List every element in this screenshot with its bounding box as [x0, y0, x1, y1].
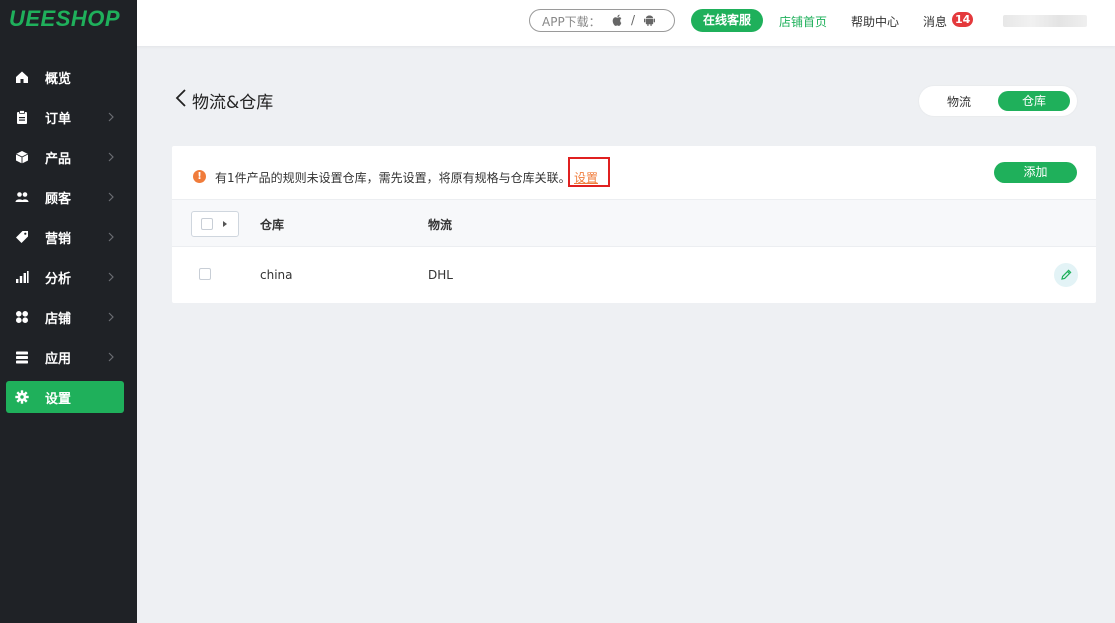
- tag-icon: [15, 230, 29, 244]
- edit-button[interactable]: [1054, 263, 1078, 287]
- warehouse-card: ! 有1件产品的规则未设置仓库，需先设置，将原有规格与仓库关联。 设置 添加 仓…: [172, 146, 1096, 303]
- sidebar-item-label: 概览: [45, 72, 72, 87]
- sidebar-item-label: 顾客: [45, 192, 72, 207]
- android-icon[interactable]: [644, 14, 655, 30]
- tab-warehouse[interactable]: 仓库: [998, 91, 1070, 111]
- sidebar-item-analytics[interactable]: 分析: [0, 257, 137, 297]
- chevron-right-icon: [108, 272, 114, 282]
- sidebar-item-label: 营销: [45, 232, 72, 247]
- sidebar-item-label: 订单: [45, 112, 72, 127]
- table-row: china DHL: [172, 247, 1096, 303]
- notice-text: 有1件产品的规则未设置仓库，需先设置，将原有规格与仓库关联。: [215, 171, 571, 185]
- column-header-logistics: 物流: [428, 218, 453, 232]
- app-download-pill[interactable]: APP下载： /: [529, 9, 675, 32]
- sidebar-item-label: 产品: [45, 152, 72, 167]
- apple-icon[interactable]: [612, 14, 623, 30]
- store-home-link[interactable]: 店铺首页: [779, 13, 827, 30]
- sidebar-nav: 概览 订单 产品 顾客 营销 分析 店铺 应用 设置: [0, 57, 137, 417]
- sidebar-item-products[interactable]: 产品: [0, 137, 137, 177]
- column-header-warehouse: 仓库: [260, 218, 285, 232]
- tab-logistics[interactable]: 物流: [947, 93, 971, 110]
- clipboard-icon: [15, 110, 29, 124]
- page-title: 物流&仓库: [192, 93, 274, 113]
- sidebar-item-overview[interactable]: 概览: [0, 57, 137, 97]
- bulk-select-dropdown[interactable]: [191, 211, 239, 237]
- add-button[interactable]: 添加: [994, 162, 1077, 183]
- back-chevron-icon[interactable]: [174, 88, 188, 108]
- select-all-checkbox[interactable]: [201, 218, 213, 230]
- row-checkbox[interactable]: [199, 268, 211, 280]
- sidebar-item-label: 店铺: [45, 312, 72, 327]
- chevron-right-icon: [108, 352, 114, 362]
- user-account[interactable]: [1003, 15, 1087, 27]
- chevron-right-icon: [108, 232, 114, 242]
- sidebar-item-store[interactable]: 店铺: [0, 297, 137, 337]
- grid-icon: [15, 310, 29, 324]
- brand-logo[interactable]: UEESHOP: [9, 6, 120, 32]
- sidebar-item-label: 分析: [45, 272, 72, 287]
- chevron-right-icon: [108, 112, 114, 122]
- cell-warehouse: china: [260, 268, 293, 282]
- gear-icon: [15, 390, 29, 404]
- chevron-right-icon: [108, 192, 114, 202]
- chevron-right-icon: [108, 152, 114, 162]
- home-icon: [15, 70, 29, 84]
- messages-link[interactable]: 消息: [923, 13, 947, 30]
- sidebar-item-marketing[interactable]: 营销: [0, 217, 137, 257]
- highlight-box: [568, 157, 610, 187]
- message-count-badge: 14: [952, 12, 974, 27]
- top-bar: APP下载： / 在线客服 店铺首页 帮助中心 消息 14: [137, 0, 1115, 46]
- app-separator: /: [631, 13, 636, 27]
- sidebar-item-apps[interactable]: 应用: [0, 337, 137, 377]
- bar-chart-icon: [15, 270, 29, 284]
- sidebar-item-settings[interactable]: 设置: [0, 377, 137, 417]
- help-center-link[interactable]: 帮助中心: [851, 13, 899, 30]
- app-download-label: APP下载：: [542, 15, 601, 29]
- stack-icon: [15, 350, 29, 364]
- cell-logistics: DHL: [428, 268, 453, 282]
- table-header: 仓库 物流: [172, 199, 1096, 247]
- online-service-button[interactable]: 在线客服: [691, 9, 763, 32]
- sidebar-item-customers[interactable]: 顾客: [0, 177, 137, 217]
- warning-icon: !: [193, 170, 206, 183]
- chevron-right-icon: [108, 312, 114, 322]
- sidebar-item-label: 应用: [45, 352, 72, 367]
- sidebar-item-label: 设置: [45, 392, 72, 407]
- box-icon: [15, 150, 29, 164]
- caret-right-icon[interactable]: [223, 221, 227, 227]
- tab-switcher: 物流 仓库: [919, 86, 1077, 116]
- sidebar-item-orders[interactable]: 订单: [0, 97, 137, 137]
- sidebar: UEESHOP 概览 订单 产品 顾客 营销 分析 店铺 应用 设置: [0, 0, 137, 623]
- users-icon: [15, 190, 29, 204]
- pencil-icon: [1061, 269, 1072, 280]
